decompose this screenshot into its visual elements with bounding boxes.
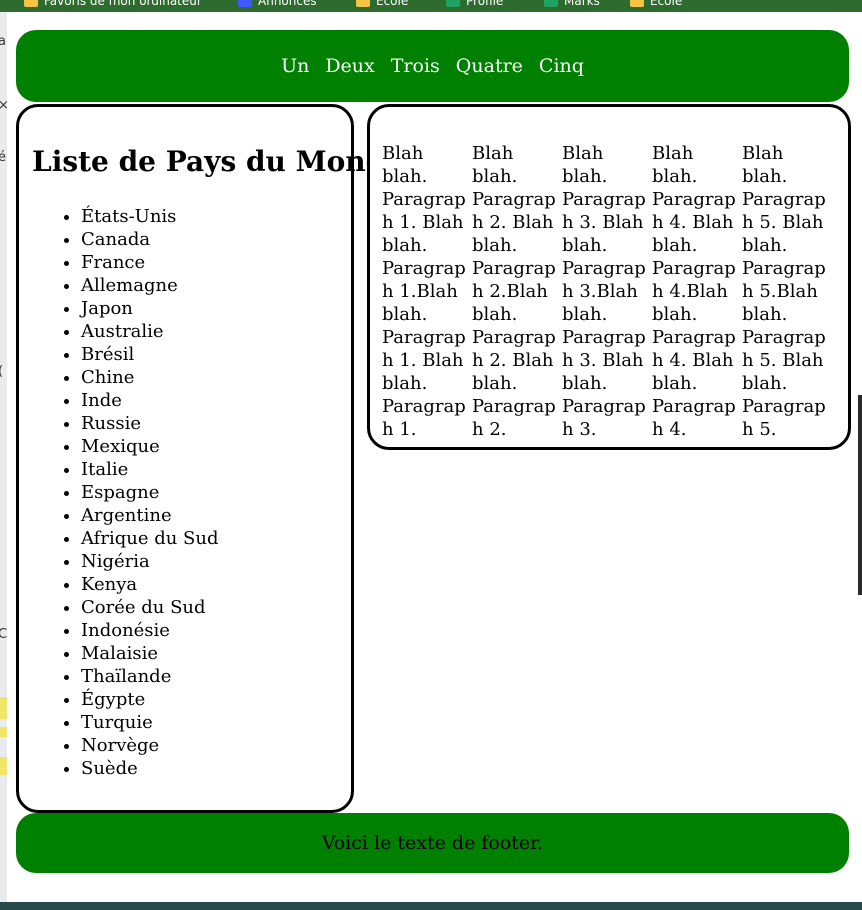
bookmark-label: Favoris de mon ordinateur — [44, 0, 202, 8]
folder-icon — [356, 0, 370, 7]
country-item: Allemagne — [81, 274, 218, 297]
nav-link-cinq[interactable]: Cinq — [531, 55, 592, 77]
paragraph-column: Blah blah. Paragraph 3. Blah blah. Parag… — [562, 143, 646, 440]
paragraph-columns: Blah blah. Paragraph 1. Blah blah. Parag… — [382, 142, 832, 441]
main-nav: Un Deux Trois Quatre Cinq — [273, 55, 592, 77]
paragraph-column: Blah blah. Paragraph 1. Blah blah. Parag… — [382, 143, 466, 440]
country-item: Indonésie — [81, 619, 218, 642]
country-item: France — [81, 251, 218, 274]
country-item: Thaïlande — [81, 665, 218, 688]
taskbar-edge — [0, 902, 862, 910]
bookmark-item[interactable]: Ecole — [356, 0, 408, 8]
nav-link-quatre[interactable]: Quatre — [448, 55, 531, 77]
country-item: Japon — [81, 297, 218, 320]
bookmark-item[interactable]: Profile — [446, 0, 503, 8]
app-icon — [238, 0, 252, 7]
country-item: Australie — [81, 320, 218, 343]
content-box: Blah blah. Paragraph 1. Blah blah. Parag… — [367, 104, 851, 450]
sheet-icon — [544, 0, 558, 7]
country-item: Norvège — [81, 734, 218, 757]
bookmark-item[interactable]: Ecole — [630, 0, 682, 8]
bookmark-item[interactable]: Marks — [544, 0, 600, 8]
country-item: Corée du Sud — [81, 596, 218, 619]
bookmark-label: Profile — [466, 0, 504, 8]
background-glyph: C — [0, 627, 7, 642]
sidebar: Liste de Pays du Monde États-Unis Canada… — [16, 104, 403, 813]
background-glyph: × — [0, 98, 7, 113]
country-item: Afrique du Sud — [81, 527, 218, 550]
paragraph-column: Blah blah. Paragraph 4. Blah blah. Parag… — [652, 143, 736, 440]
page: Un Deux Trois Quatre Cinq Liste de Pays … — [7, 12, 858, 902]
country-item: Nigéria — [81, 550, 218, 573]
sheet-icon — [446, 0, 460, 7]
paragraph-column: Blah blah. Paragraph 5. Blah blah. Parag… — [742, 143, 826, 440]
background-glyph: ( — [0, 364, 3, 379]
country-item: Inde — [81, 389, 218, 412]
bookmarks-bar: Favoris de mon ordinateur Annonces Ecole… — [0, 0, 862, 12]
country-item: Kenya — [81, 573, 218, 596]
background-glyph: a — [0, 34, 6, 49]
bookmark-label: Ecole — [650, 0, 683, 8]
folder-icon — [630, 0, 644, 7]
country-item: Espagne — [81, 481, 218, 504]
header: Un Deux Trois Quatre Cinq — [16, 30, 849, 102]
nav-link-deux[interactable]: Deux — [317, 55, 382, 77]
sidebar-title: Liste de Pays du Monde — [32, 145, 404, 178]
folder-icon — [24, 0, 38, 7]
country-item: Mexique — [81, 435, 218, 458]
country-item: Malaisie — [81, 642, 218, 665]
background-highlight — [0, 697, 7, 719]
background-window-right-edge — [858, 12, 862, 902]
nav-link-un[interactable]: Un — [273, 55, 317, 77]
paragraph-column: Blah blah. Paragraph 2. Blah blah. Parag… — [472, 143, 556, 440]
country-item: Brésil — [81, 343, 218, 366]
bookmark-label: Marks — [564, 0, 600, 8]
country-list: États-Unis Canada France Allemagne Japon… — [81, 205, 218, 780]
country-item: Argentine — [81, 504, 218, 527]
background-window-left-edge: a × é ( C — [0, 12, 7, 902]
footer: Voici le texte de footer. — [16, 813, 849, 873]
bookmark-label: Annonces — [258, 0, 317, 8]
background-glyph: é — [0, 150, 6, 165]
bookmark-label: Ecole — [376, 0, 409, 8]
nav-link-trois[interactable]: Trois — [383, 55, 448, 77]
country-item: Italie — [81, 458, 218, 481]
bookmark-item[interactable]: Favoris de mon ordinateur — [24, 0, 202, 8]
country-item: Russie — [81, 412, 218, 435]
background-scrollbar — [858, 395, 862, 595]
bookmark-item[interactable]: Annonces — [238, 0, 317, 8]
country-item: Suède — [81, 757, 218, 780]
footer-text: Voici le texte de footer. — [321, 832, 544, 854]
background-highlight — [0, 757, 7, 775]
country-item: Turquie — [81, 711, 218, 734]
country-item: Canada — [81, 228, 218, 251]
background-highlight — [0, 727, 7, 737]
country-item: États-Unis — [81, 205, 218, 228]
country-item: Égypte — [81, 688, 218, 711]
country-item: Chine — [81, 366, 218, 389]
